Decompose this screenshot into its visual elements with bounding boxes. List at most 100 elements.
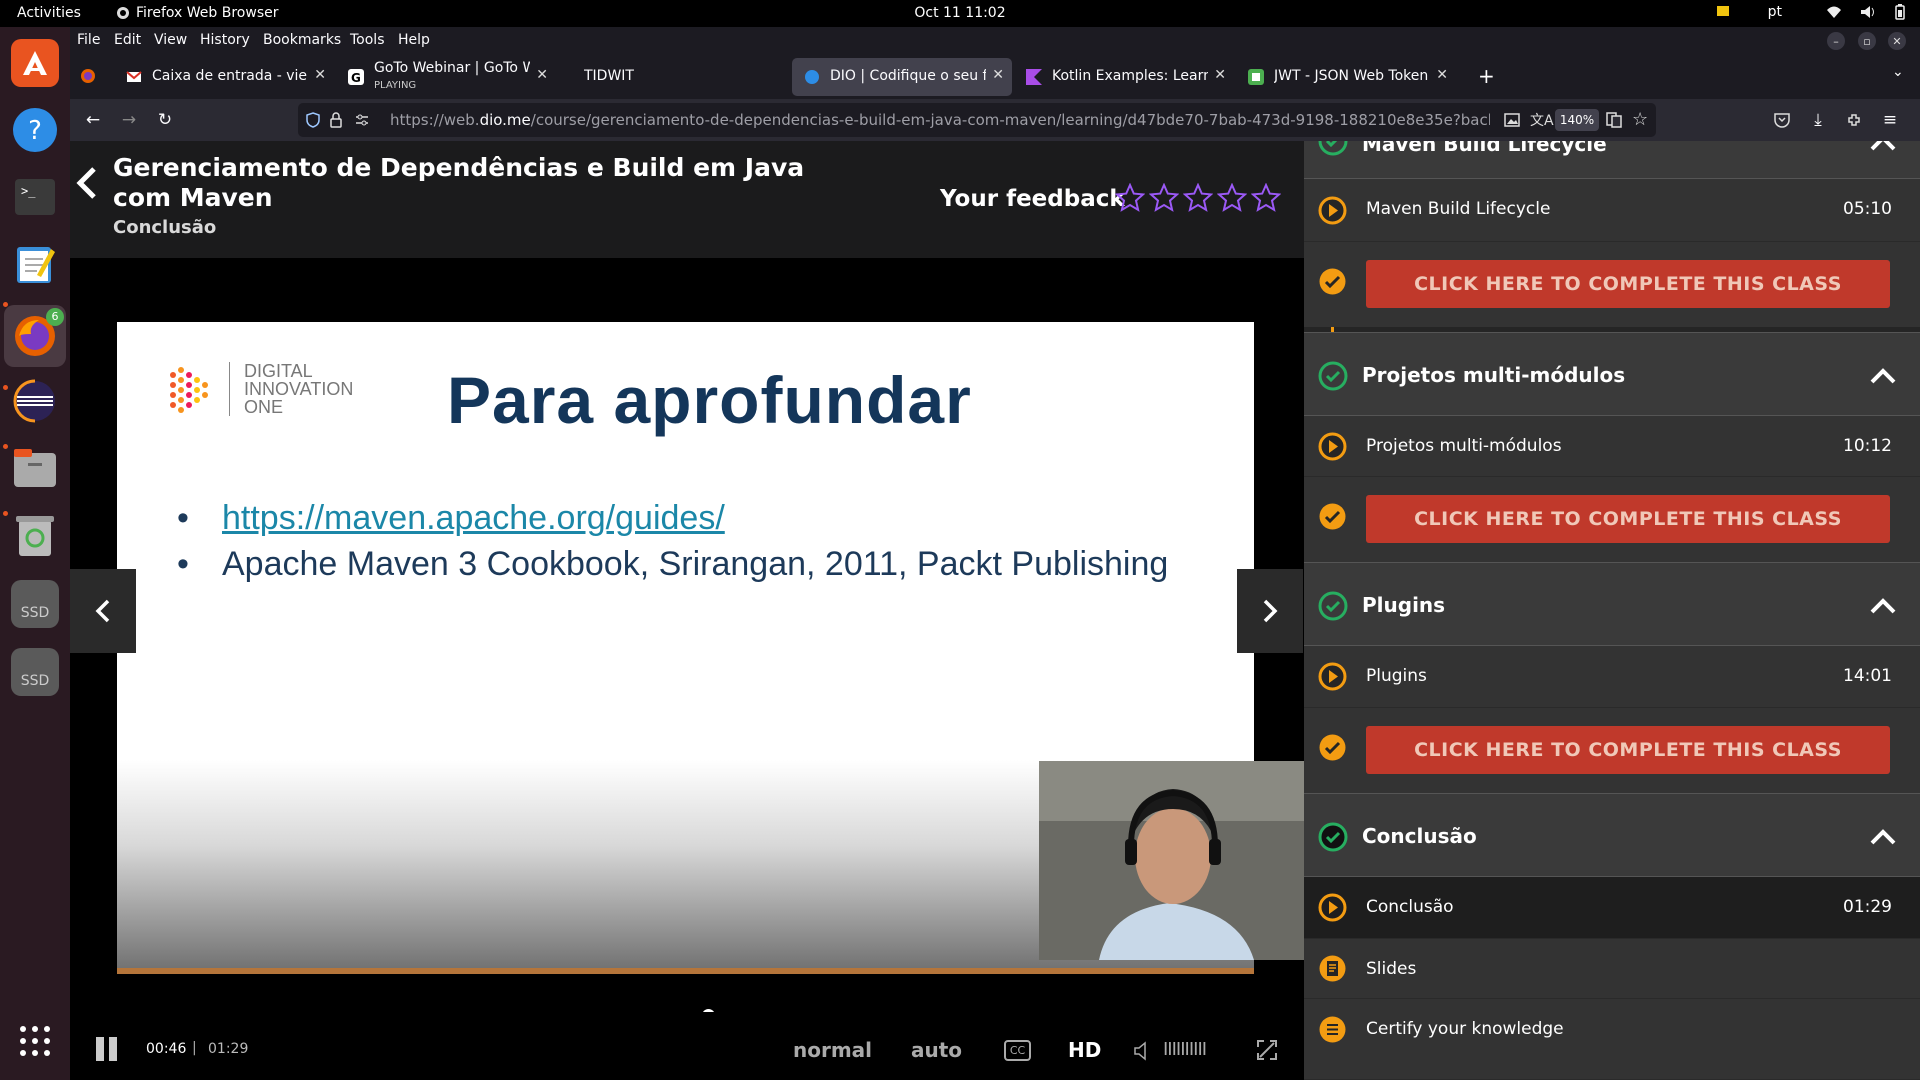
show-apps-icon[interactable] xyxy=(11,1017,59,1065)
shield-icon[interactable] xyxy=(306,112,320,128)
complete-class-button[interactable]: CLICK HERE TO COMPLETE THIS CLASS xyxy=(1366,495,1890,543)
back-chevron-icon[interactable] xyxy=(72,163,100,203)
close-tab-icon[interactable]: ✕ xyxy=(1214,67,1226,83)
check-orange-icon xyxy=(1318,733,1347,762)
zoom-indicator[interactable]: 140% xyxy=(1555,109,1599,131)
reload-icon[interactable]: ↻ xyxy=(152,107,178,133)
menu-tools[interactable]: Tools xyxy=(350,32,385,48)
permissions-icon[interactable] xyxy=(354,112,370,128)
complete-class-button[interactable]: CLICK HERE TO COMPLETE THIS CLASS xyxy=(1366,260,1890,308)
downloads-icon[interactable]: ⤓ xyxy=(1805,107,1831,133)
pocket-icon[interactable] xyxy=(1769,107,1795,133)
menu-help[interactable]: Help xyxy=(398,32,430,48)
tab-goto-webinar[interactable]: G GoTo Webinar | GoTo Wel PLAYING ✕ xyxy=(336,58,556,96)
translate-icon[interactable]: 文A xyxy=(1530,110,1554,130)
previous-slide-button[interactable] xyxy=(70,569,136,653)
next-slide-button[interactable] xyxy=(1237,569,1303,653)
ssd-drive-icon[interactable]: SSD xyxy=(11,648,59,696)
volume-icon[interactable] xyxy=(1860,5,1876,19)
menu-view[interactable]: View xyxy=(154,32,187,48)
reader-icon[interactable] xyxy=(1606,112,1622,128)
app-menu[interactable]: Firefox Web Browser xyxy=(116,5,279,21)
menu-file[interactable]: File xyxy=(77,32,100,48)
menu-bookmarks[interactable]: Bookmarks xyxy=(263,32,341,48)
menu-edit[interactable]: Edit xyxy=(114,32,141,48)
minimize-icon[interactable]: – xyxy=(1827,32,1845,50)
close-tab-icon[interactable]: ✕ xyxy=(536,67,548,83)
battery-icon[interactable] xyxy=(1894,4,1906,20)
lesson-row-certify[interactable]: Certify your knowledge xyxy=(1304,999,1920,1080)
section-header[interactable]: Conclusão xyxy=(1304,793,1920,877)
chevron-up-icon[interactable] xyxy=(1869,141,1897,152)
tab-kotlin[interactable]: Kotlin Examples: Learn Ko ✕ xyxy=(1014,58,1234,96)
tab-title: JWT - JSON Web Token - xyxy=(1274,68,1430,84)
maximize-icon[interactable]: ▫ xyxy=(1858,32,1876,50)
slide-link[interactable]: https://maven.apache.org/guides/ xyxy=(222,499,725,537)
lesson-name: Conclusão xyxy=(1366,897,1454,917)
quality-button[interactable]: auto xyxy=(911,1038,962,1062)
back-icon[interactable]: ← xyxy=(80,107,106,133)
fullscreen-icon[interactable] xyxy=(1256,1039,1278,1061)
play-circle-icon xyxy=(1318,662,1347,691)
eclipse-icon[interactable] xyxy=(11,377,59,425)
speed-button[interactable]: normal xyxy=(793,1038,872,1062)
wifi-icon[interactable] xyxy=(1826,5,1842,19)
firefox-dock-icon[interactable]: 6 xyxy=(4,305,66,367)
url-bar[interactable]: https://web.dio.me/course/gerenciamento-… xyxy=(298,103,1656,137)
lesson-row[interactable]: Projetos multi-módulos 10:12 xyxy=(1304,416,1920,477)
star-icon[interactable] xyxy=(1183,183,1213,213)
hd-button[interactable]: HD xyxy=(1068,1038,1101,1062)
close-window-icon[interactable]: ✕ xyxy=(1888,32,1906,50)
browser-chrome: File Edit View History Bookmarks Tools H… xyxy=(70,27,1920,141)
new-tab-icon[interactable]: + xyxy=(1478,64,1495,88)
lesson-row-slides[interactable]: Slides xyxy=(1304,939,1920,999)
text-editor-icon[interactable] xyxy=(11,240,59,288)
star-icon[interactable] xyxy=(1115,183,1145,213)
tab-gmail[interactable]: Caixa de entrada - vieira.f ✕ xyxy=(114,58,334,96)
bookmark-star-icon[interactable]: ☆ xyxy=(1632,109,1648,130)
forward-icon[interactable]: → xyxy=(116,107,142,133)
picture-icon[interactable] xyxy=(1504,112,1520,128)
section-header[interactable]: Plugins xyxy=(1304,562,1920,646)
lock-icon[interactable] xyxy=(330,112,342,128)
list-tabs-icon[interactable]: ⌄ xyxy=(1892,64,1904,80)
tab-dio[interactable]: DIO | Codifique o seu futu ✕ xyxy=(792,58,1012,96)
complete-class-button[interactable]: CLICK HERE TO COMPLETE THIS CLASS xyxy=(1366,726,1890,774)
clock[interactable]: Oct 11 11:02 xyxy=(914,5,1005,21)
menu-history[interactable]: History xyxy=(200,32,250,48)
trash-icon[interactable] xyxy=(11,511,59,559)
pause-icon[interactable] xyxy=(94,1036,120,1062)
app-center-icon[interactable] xyxy=(11,39,59,87)
chevron-up-icon[interactable] xyxy=(1869,597,1897,615)
firefox-view-icon[interactable] xyxy=(80,68,96,84)
star-icon[interactable] xyxy=(1251,183,1281,213)
lesson-duration: 01:29 xyxy=(1843,897,1892,917)
lesson-row[interactable]: Plugins 14:01 xyxy=(1304,646,1920,708)
files-icon[interactable] xyxy=(11,444,59,492)
lesson-row-active[interactable]: Conclusão 01:29 xyxy=(1304,877,1920,939)
tab-title: Kotlin Examples: Learn Ko xyxy=(1052,68,1208,84)
tab-jwt[interactable]: JWT - JSON Web Token - ✕ xyxy=(1236,58,1456,96)
lesson-duration: 05:10 xyxy=(1843,199,1892,219)
extensions-icon[interactable] xyxy=(1841,107,1867,133)
complete-row: CLICK HERE TO COMPLETE THIS CLASS xyxy=(1304,242,1920,327)
menu-hamburger-icon[interactable]: ≡ xyxy=(1877,107,1903,133)
volume-control[interactable]: IIIIIIIIII xyxy=(1133,1039,1207,1061)
star-icon[interactable] xyxy=(1149,183,1179,213)
close-tab-icon[interactable]: ✕ xyxy=(992,67,1004,83)
captions-icon[interactable]: CC xyxy=(1004,1040,1031,1061)
section-header[interactable]: Maven Build Lifecycle xyxy=(1304,141,1920,179)
star-icon[interactable] xyxy=(1217,183,1247,213)
activities-button[interactable]: Activities xyxy=(17,5,81,21)
chevron-up-icon[interactable] xyxy=(1869,367,1897,385)
terminal-icon[interactable]: >_ xyxy=(11,173,59,221)
language-indicator[interactable]: pt xyxy=(1768,4,1782,20)
close-tab-icon[interactable]: ✕ xyxy=(314,67,326,83)
section-header[interactable]: Projetos multi-módulos xyxy=(1304,332,1920,416)
help-icon[interactable]: ? xyxy=(11,106,59,154)
close-tab-icon[interactable]: ✕ xyxy=(1436,67,1448,83)
chevron-up-icon[interactable] xyxy=(1869,828,1897,846)
ssd-drive-icon[interactable]: SSD xyxy=(11,580,59,628)
lesson-row[interactable]: Maven Build Lifecycle 05:10 xyxy=(1304,179,1920,242)
notification-icon[interactable] xyxy=(1716,5,1730,19)
